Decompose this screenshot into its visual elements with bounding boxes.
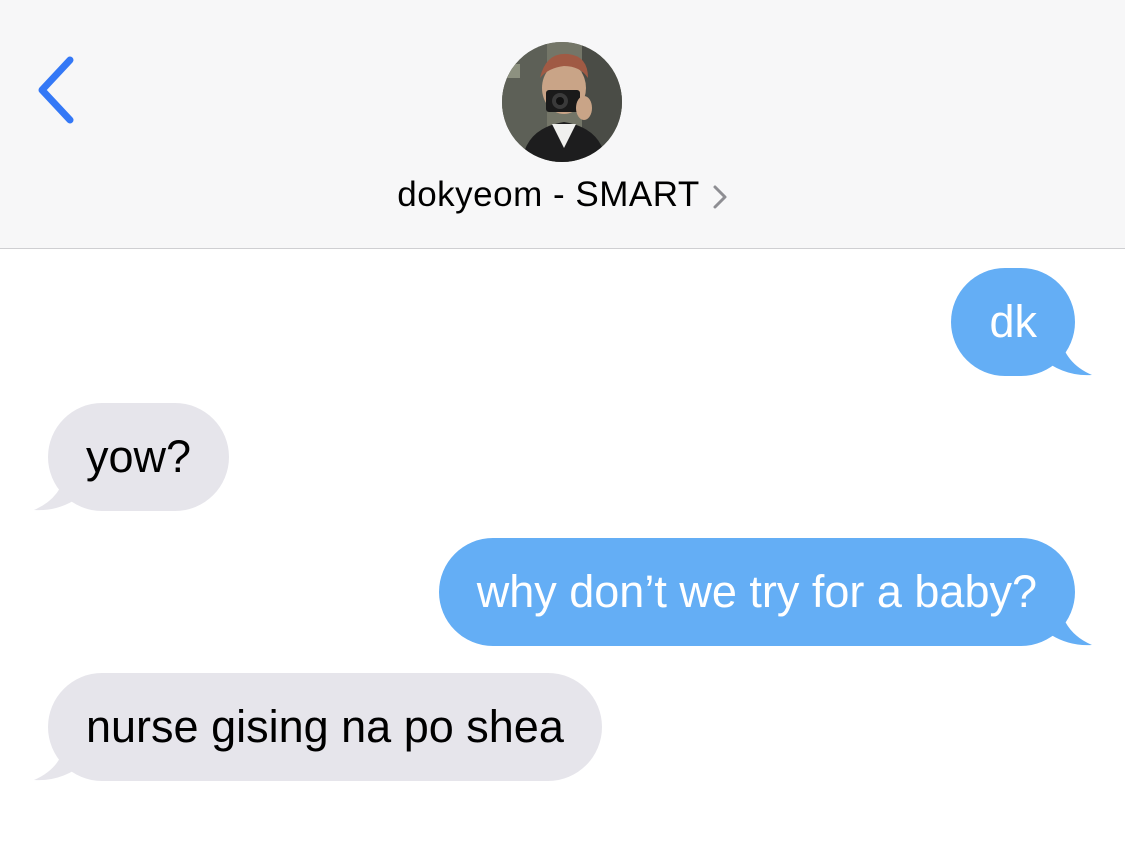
outgoing-message-bubble[interactable]: why don’t we try for a baby? [438,538,1075,646]
chevron-left-icon [38,56,74,124]
avatar[interactable] [502,42,622,162]
back-button[interactable] [28,52,88,128]
outgoing-message-bubble[interactable]: dk [951,268,1075,376]
contact-details-button[interactable]: dokyeom - SMART [0,172,1125,218]
messages-screen: dokyeom - SMART dk yow? why don’t we try… [0,0,1125,864]
chevron-right-icon [713,185,727,209]
incoming-message-bubble[interactable]: yow? [48,403,230,511]
incoming-message-bubble[interactable]: nurse gising na po shea [48,673,602,781]
message-thread: dk yow? why don’t we try for a baby? nur… [0,249,1125,864]
contact-photo [502,42,622,162]
conversation-header: dokyeom - SMART [0,0,1125,249]
contact-name: dokyeom - SMART [397,175,700,214]
